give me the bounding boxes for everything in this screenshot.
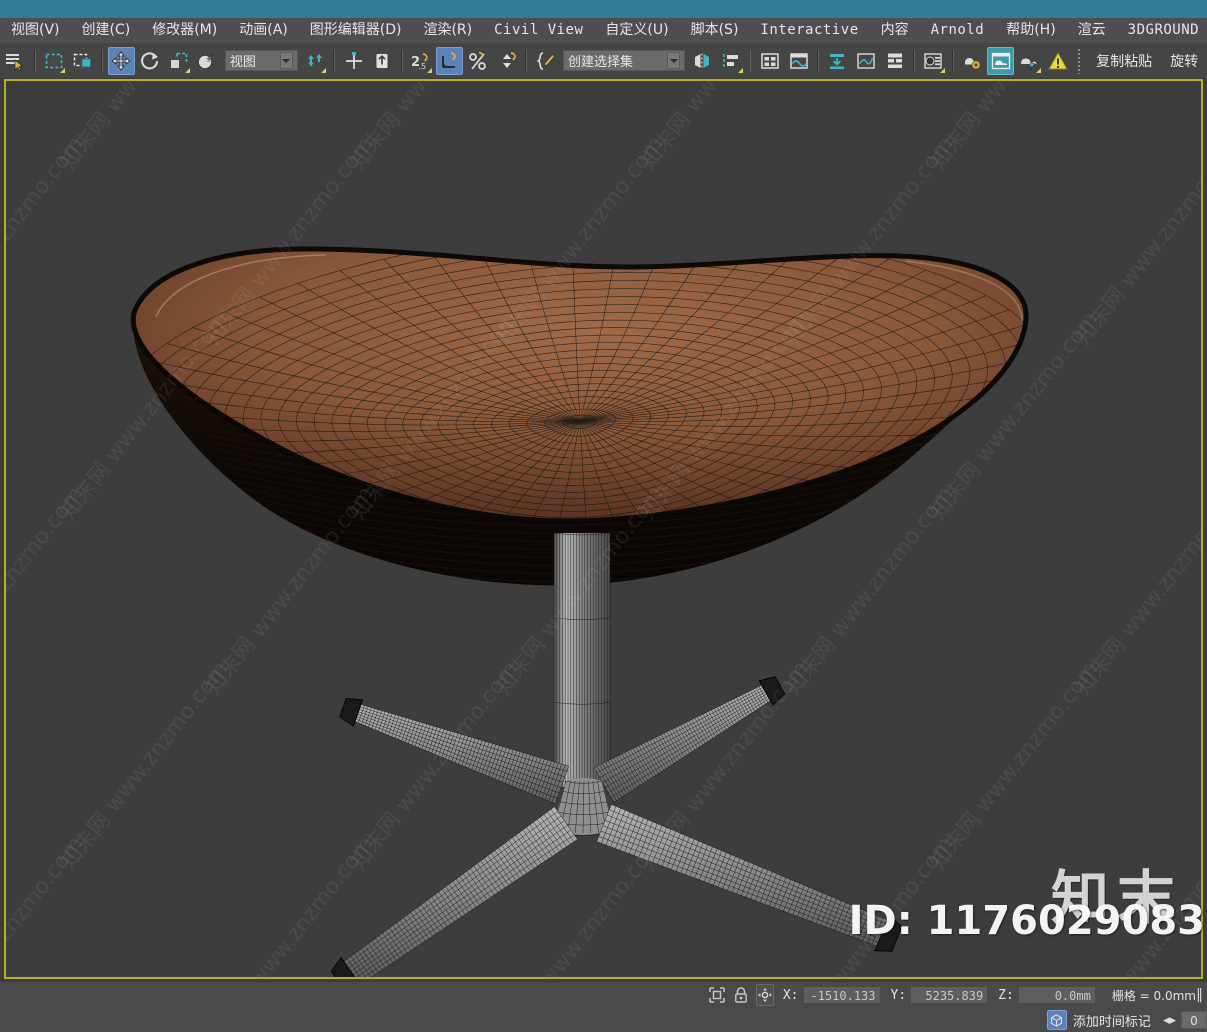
named-selection-sets-dropdown[interactable]: 创建选择集 xyxy=(563,50,686,71)
select-and-manipulate-icon[interactable] xyxy=(340,47,367,75)
schematic-view-icon[interactable] xyxy=(881,47,908,75)
main-toolbar: 视图 2.5 创建选择集 复制粘贴 旋转 xyxy=(0,43,1207,78)
mirror-icon[interactable] xyxy=(689,47,716,75)
curve-editor-icon[interactable] xyxy=(853,47,880,75)
coord-axis-label: Z: xyxy=(998,987,1014,1003)
menu-item-7[interactable]: 自定义(U) xyxy=(594,18,679,43)
coord-x-field[interactable]: -1510.133 xyxy=(802,986,881,1004)
spinner-arrows-icon[interactable]: ◂▸ xyxy=(1163,1013,1176,1028)
toolbar-separator xyxy=(101,49,104,72)
snaps-toggle-icon[interactable]: 2.5 xyxy=(408,47,435,75)
perspective-viewport[interactable]: 知末网 www.znzmo.com知末网 www.znzmo.com知末网 ww… xyxy=(4,79,1203,979)
window-crossing-icon[interactable] xyxy=(69,47,96,75)
toggle-ribbon-icon[interactable] xyxy=(824,47,851,75)
menu-item-6[interactable]: Civil View xyxy=(483,18,594,43)
selection-lock-bracket-icon[interactable] xyxy=(708,984,726,1006)
material-editor-icon[interactable] xyxy=(920,47,947,75)
render-production-icon[interactable] xyxy=(1016,47,1043,75)
reference-coordinate-system-dropdown-label: 视图 xyxy=(229,55,256,70)
toolbar-separator xyxy=(912,49,915,72)
menu-bar: 视图(V) 创建(C) 修改器(M) 动画(A) 图形编辑器(D) 渲染(R) Civil … xyxy=(0,18,1207,43)
menu-item-9[interactable]: Interactive xyxy=(749,18,869,43)
select-object-icon[interactable] xyxy=(2,47,29,75)
rendered-frame-window-icon[interactable] xyxy=(987,46,1014,75)
rotate-button[interactable]: 旋转 xyxy=(1161,51,1207,71)
svg-text:.5: .5 xyxy=(418,62,426,71)
title-bar-strip xyxy=(0,0,1207,18)
select-region-rectangle-icon[interactable] xyxy=(41,47,68,75)
menu-item-13[interactable]: 渲云 xyxy=(1067,18,1117,43)
select-and-move-icon[interactable] xyxy=(108,46,135,75)
menu-item-5[interactable]: 渲染(R) xyxy=(412,18,483,43)
status-bar: X: -1510.133 Y: 5235.839 Z: 0.0mm 栅格 = 0.0mm ‖ … xyxy=(0,982,1207,1032)
menu-item-4[interactable]: 图形编辑器(D) xyxy=(299,18,413,43)
model-id-watermark: ID: 1176029083 xyxy=(848,898,1205,944)
chevron-down-icon[interactable] xyxy=(279,52,293,69)
toolbar-separator xyxy=(816,49,819,72)
keyboard-shortcut-override-icon[interactable] xyxy=(369,47,396,75)
select-and-place-icon[interactable] xyxy=(194,47,221,75)
copy-paste-button[interactable]: 复制粘贴 xyxy=(1087,51,1161,71)
viewport-area: 知末网 www.znzmo.com知末网 www.znzmo.com知末网 ww… xyxy=(0,78,1207,982)
toolbar-separator xyxy=(33,49,36,72)
pause-icon[interactable]: ‖ xyxy=(1196,987,1203,1003)
spinner-snap-toggle-icon[interactable] xyxy=(494,47,521,75)
toolbar-separator xyxy=(333,49,336,72)
align-icon[interactable] xyxy=(718,47,745,75)
select-and-rotate-icon[interactable] xyxy=(137,47,164,75)
toolbar-separator xyxy=(749,49,752,72)
menu-item-0[interactable]: 视图(V) xyxy=(0,18,71,43)
select-and-scale-icon[interactable] xyxy=(165,47,192,75)
toolbar-separator xyxy=(525,49,528,72)
toolbar-separator xyxy=(951,49,954,72)
named-selection-sets-dropdown-label: 创建选择集 xyxy=(568,55,634,70)
menu-item-2[interactable]: 修改器(M) xyxy=(141,18,228,43)
coord-y-field[interactable]: 5235.839 xyxy=(910,986,989,1004)
layer-explorer-icon[interactable] xyxy=(756,47,783,75)
menu-item-8[interactable]: 脚本(S) xyxy=(680,18,750,43)
menu-item-14[interactable]: 3DGROUND xyxy=(1117,18,1207,43)
lock-icon[interactable] xyxy=(732,984,750,1006)
toolbar-separator xyxy=(400,49,403,72)
frame-field[interactable]: 0 xyxy=(1181,1011,1207,1029)
menu-item-10[interactable]: 内容 xyxy=(870,18,920,43)
percent-snap-toggle-icon[interactable] xyxy=(465,47,492,75)
scene-explorer-icon[interactable] xyxy=(785,47,812,75)
menu-item-11[interactable]: Arnold xyxy=(920,18,996,43)
add-time-tag-label: 添加时间标记 xyxy=(1072,1014,1151,1030)
frame-spinner[interactable]: ◂▸ 0 xyxy=(1163,1011,1207,1029)
coord-axis-label: X: xyxy=(782,987,799,1003)
grid-size-label: 栅格 = 0.0mm xyxy=(1111,988,1196,1003)
3dsmax-window: 视图(V) 创建(C) 修改器(M) 动画(A) 图形编辑器(D) 渲染(R) Civil … xyxy=(0,0,1207,1032)
coord-axis-label: Y: xyxy=(890,987,907,1003)
angle-snap-toggle-icon[interactable] xyxy=(436,46,463,75)
time-tag-cube-icon xyxy=(1046,1010,1067,1030)
time-tag-row: 添加时间标记 ◂▸ 0 xyxy=(1046,1008,1207,1032)
warning-icon[interactable] xyxy=(1045,47,1072,75)
absolute-relative-transform-icon[interactable] xyxy=(755,984,774,1006)
menu-item-1[interactable]: 创建(C) xyxy=(71,18,142,43)
edit-named-selection-sets-icon[interactable] xyxy=(532,47,559,75)
add-time-tag-button[interactable]: 添加时间标记 xyxy=(1046,1010,1151,1030)
stool-3d-model xyxy=(130,246,1029,977)
transform-type-in: X: -1510.133 Y: 5235.839 Z: 0.0mm xyxy=(783,986,1106,1004)
render-setup-icon[interactable] xyxy=(959,47,986,75)
use-pivot-point-center-icon[interactable] xyxy=(302,47,329,75)
toolbar-drag-handle[interactable] xyxy=(1077,47,1083,74)
menu-item-3[interactable]: 动画(A) xyxy=(228,18,299,43)
coord-z-field[interactable]: 0.0mm xyxy=(1017,986,1096,1004)
reference-coordinate-system-dropdown[interactable]: 视图 xyxy=(224,50,298,71)
menu-item-12[interactable]: 帮助(H) xyxy=(995,18,1066,43)
chevron-down-icon[interactable] xyxy=(667,52,681,69)
